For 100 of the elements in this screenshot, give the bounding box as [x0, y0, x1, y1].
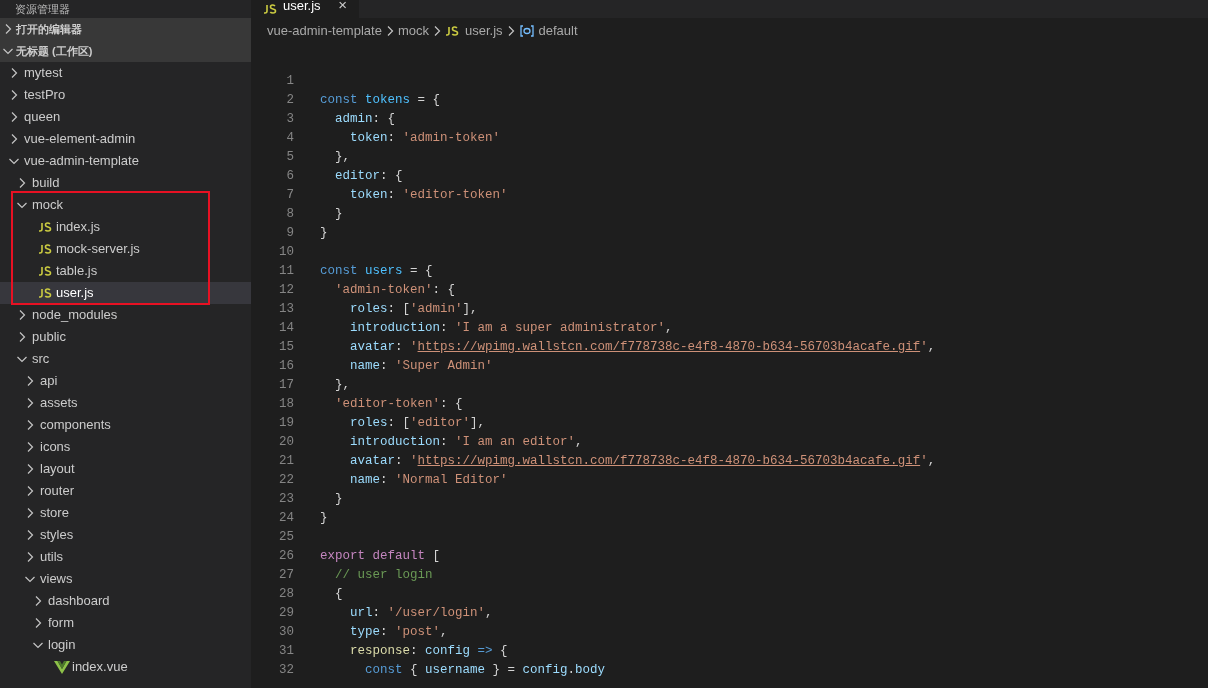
js-file-icon	[38, 244, 54, 254]
folder-item[interactable]: src	[0, 348, 251, 370]
line-number: 27	[278, 567, 294, 585]
line-number: 10	[278, 244, 294, 262]
line-number: 5	[285, 149, 294, 167]
code-line: editor: {	[334, 168, 403, 186]
folder-item[interactable]: vue-element-admin	[0, 128, 251, 150]
code-line: type: 'post',	[349, 624, 448, 642]
folder-item[interactable]: vue-admin-template	[0, 150, 251, 172]
folder-item[interactable]: login	[0, 634, 251, 656]
code-line: token: 'editor-token'	[349, 187, 508, 205]
folder-item[interactable]: public	[0, 326, 251, 348]
folder-item[interactable]: queen	[0, 106, 251, 128]
folder-item[interactable]: form	[0, 612, 251, 634]
line-number: 7	[285, 187, 294, 205]
file-item[interactable]: index.vue	[0, 656, 251, 678]
line-number: 11	[278, 263, 294, 281]
line-number: 2	[285, 92, 294, 110]
code-line: }	[334, 206, 343, 224]
folder-item[interactable]: dashboard	[0, 590, 251, 612]
code-line: avatar: 'https://wpimg.wallstcn.com/f778738c-e4f8-4870-b634-56703b4acafe.gif',	[349, 339, 936, 357]
code-line: const { username } = config.body	[364, 662, 606, 680]
close-icon[interactable]: ×	[338, 0, 347, 11]
folder-item[interactable]: mytest	[0, 62, 251, 84]
code-line: url: '/user/login',	[349, 605, 493, 623]
symbol-icon	[518, 24, 535, 38]
line-number: 24	[278, 510, 294, 528]
line-number: 15	[278, 339, 294, 357]
panel-title: 资源管理器	[15, 4, 70, 15]
code-line: }	[334, 491, 343, 509]
code-line: }	[320, 225, 328, 243]
folder-item[interactable]: layout	[0, 458, 251, 480]
line-number: 19	[278, 415, 294, 433]
editor-tab[interactable]: user.js ×	[251, 0, 359, 18]
line-number: 4	[285, 130, 294, 148]
line-number: 20	[278, 434, 294, 452]
code-line: roles: ['editor'],	[349, 415, 486, 433]
line-number: 8	[285, 206, 294, 224]
line-number: 25	[278, 529, 294, 547]
folder-item[interactable]: components	[0, 414, 251, 436]
folder-item[interactable]: icons	[0, 436, 251, 458]
folder-item[interactable]: store	[0, 502, 251, 524]
js-file-icon	[263, 4, 279, 14]
folder-item[interactable]: mock	[0, 194, 251, 216]
line-number: 6	[285, 168, 294, 186]
file-item[interactable]: index.js	[0, 216, 251, 238]
line-number: 9	[285, 225, 294, 243]
folder-item[interactable]: node_modules	[0, 304, 251, 326]
js-file-icon	[38, 266, 54, 276]
file-item[interactable]: user.js	[0, 282, 251, 304]
folder-item[interactable]: api	[0, 370, 251, 392]
line-number: 3	[285, 111, 294, 129]
code-line: response: config => {	[349, 643, 508, 661]
code-line: name: 'Normal Editor'	[349, 472, 508, 490]
line-number: 23	[278, 491, 294, 509]
js-file-icon	[38, 288, 54, 298]
code-line: admin: {	[334, 111, 396, 129]
code-line: token: 'admin-token'	[349, 130, 501, 148]
section-header[interactable]: 无标题 (工作区)	[0, 40, 251, 62]
code-line: const users = {	[320, 263, 433, 281]
folder-item[interactable]: styles	[0, 524, 251, 546]
code-line: const tokens = {	[320, 92, 441, 110]
line-number: 21	[278, 453, 294, 471]
js-file-icon	[444, 26, 461, 36]
folder-item[interactable]: build	[0, 172, 251, 194]
line-number: 28	[278, 586, 294, 604]
code-line: }	[320, 510, 328, 528]
folder-item[interactable]: testPro	[0, 84, 251, 106]
line-number: 16	[278, 358, 294, 376]
file-item[interactable]: table.js	[0, 260, 251, 282]
line-number: 17	[278, 377, 294, 395]
line-number: 13	[278, 301, 294, 319]
folder-item[interactable]: assets	[0, 392, 251, 414]
code-line: 'admin-token': {	[334, 282, 456, 300]
breadcrumb-item[interactable]: vue-admin-template	[267, 21, 382, 41]
breadcrumb-item[interactable]: default	[518, 21, 578, 41]
line-number: 1	[285, 73, 294, 91]
code-line: },	[334, 377, 350, 395]
code-line: {	[334, 586, 343, 604]
line-number: 32	[278, 662, 294, 680]
folder-item[interactable]: utils	[0, 546, 251, 568]
breadcrumb-item[interactable]: user.js	[444, 21, 503, 41]
line-number: 12	[278, 282, 294, 300]
line-number: 22	[278, 472, 294, 490]
js-file-icon	[38, 222, 54, 232]
section-header[interactable]: 打开的编辑器	[0, 18, 251, 40]
code-line: export default [	[320, 548, 441, 566]
code-line: name: 'Super Admin'	[349, 358, 493, 376]
file-item[interactable]: mock-server.js	[0, 238, 251, 260]
folder-item[interactable]: views	[0, 568, 251, 590]
line-number: 31	[278, 643, 294, 661]
code-line: avatar: 'https://wpimg.wallstcn.com/f778738c-e4f8-4870-b634-56703b4acafe.gif',	[349, 453, 936, 471]
breadcrumb-item[interactable]: mock	[397, 21, 429, 41]
code-line: },	[334, 149, 350, 167]
vue-file-icon	[54, 660, 70, 674]
code-line: introduction: 'I am a super administrator',	[349, 320, 673, 338]
folder-item[interactable]: router	[0, 480, 251, 502]
code-line: // user login	[334, 567, 433, 585]
line-number: 18	[278, 396, 294, 414]
code-line: introduction: 'I am an editor',	[349, 434, 583, 452]
